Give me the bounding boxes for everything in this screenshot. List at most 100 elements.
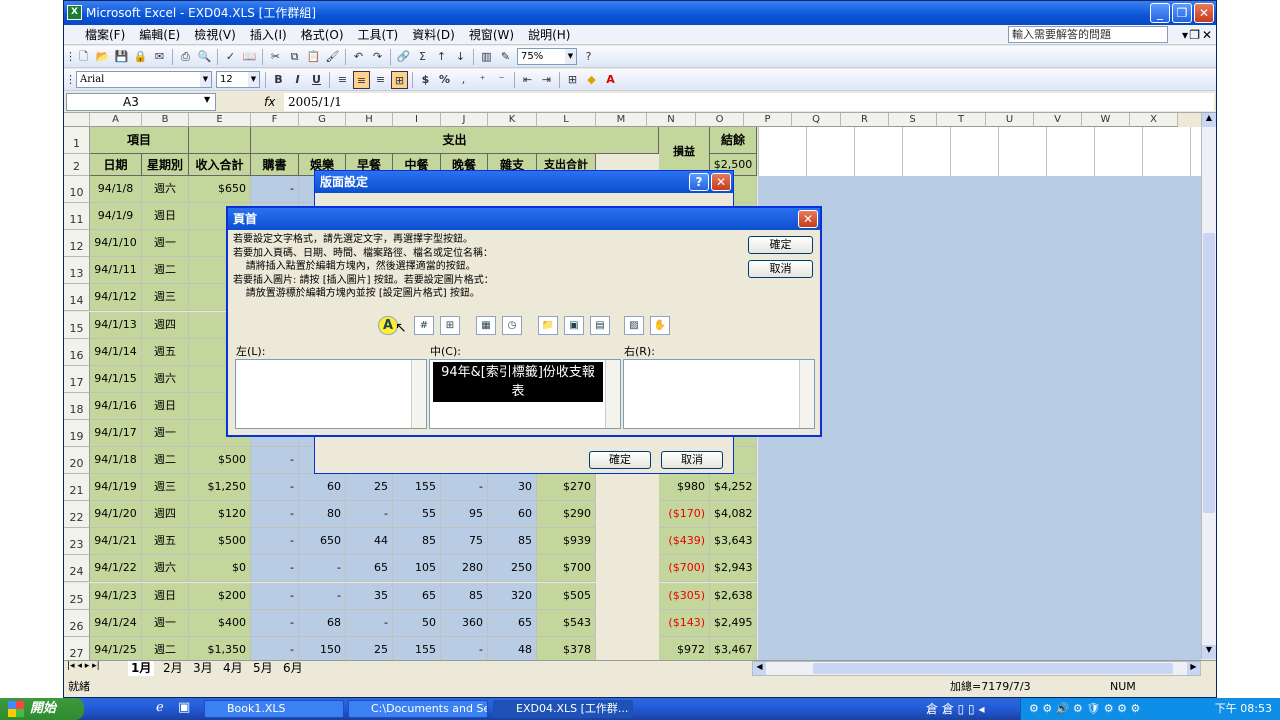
undo-icon[interactable]: ↶ [350, 48, 367, 66]
name-box[interactable]: A3 [66, 93, 216, 111]
table-cell[interactable]: 週日 [142, 582, 189, 610]
table-cell[interactable]: 94/1/13 [90, 311, 142, 339]
table-cell[interactable]: 360 [441, 609, 488, 637]
print-preview-icon[interactable]: 🔍 [196, 48, 213, 66]
close-button[interactable]: ✕ [798, 210, 818, 228]
drawing-icon[interactable]: ✎ [497, 48, 514, 66]
row-header[interactable]: 25 [64, 582, 90, 610]
sheet-tab-6[interactable]: 6月 [280, 661, 306, 676]
format-picture-icon[interactable]: ✋ [650, 316, 670, 335]
close-button[interactable]: ✕ [1194, 3, 1214, 23]
table-cell[interactable]: $939 [537, 528, 596, 556]
hscroll-thumb[interactable] [813, 663, 1173, 674]
time-icon[interactable]: ◷ [502, 316, 522, 335]
row-header[interactable]: 2 [64, 154, 90, 176]
table-cell[interactable]: $120 [189, 501, 251, 529]
excel-app-icon[interactable]: X [67, 5, 82, 20]
table-cell[interactable]: 44 [346, 528, 393, 556]
table-cell[interactable]: 94/1/24 [90, 609, 142, 637]
menu-window[interactable]: 視窗(W) [462, 25, 521, 45]
right-section-field[interactable] [623, 359, 815, 429]
column-header[interactable]: S [889, 113, 937, 127]
menu-help[interactable]: 說明(H) [521, 25, 577, 45]
table-cell[interactable]: $2,943 [710, 555, 757, 583]
tray-icons[interactable]: ⚙ ⚙ 🔊 ⚙ 🛡 ⚙ ⚙ ⚙ [1029, 698, 1140, 720]
new-icon[interactable]: 🗋 [75, 48, 92, 66]
autosum-icon[interactable]: Σ [414, 48, 431, 66]
table-cell[interactable]: 週三 [142, 474, 189, 502]
column-header[interactable]: T [937, 113, 986, 127]
table-cell[interactable]: 55 [393, 501, 441, 529]
sheet-tab-3[interactable]: 3月 [190, 661, 216, 676]
table-cell[interactable]: - [299, 555, 346, 583]
chevron-down-icon[interactable]: ▼ [565, 49, 576, 64]
row-header[interactable]: 19 [64, 419, 90, 447]
file-path-icon[interactable]: 📁 [538, 316, 558, 335]
restore-button[interactable]: ❐ [1172, 3, 1192, 23]
column-header[interactable]: Q [792, 113, 841, 127]
center-section-text[interactable]: 94年&[索引標籤]份收支報表 [433, 362, 603, 402]
doc-restore-icon[interactable]: ▾ [1182, 25, 1188, 45]
table-cell[interactable]: - [346, 609, 393, 637]
header-expense[interactable]: 支出 [251, 127, 659, 154]
row-header[interactable]: 21 [64, 474, 90, 502]
center-section-field[interactable]: 94年&[索引標籤]份收支報表 [429, 359, 621, 429]
table-cell[interactable]: 35 [346, 582, 393, 610]
table-cell[interactable]: $700 [537, 555, 596, 583]
row-header[interactable]: 23 [64, 528, 90, 556]
table-cell[interactable]: 85 [441, 582, 488, 610]
table-cell[interactable]: 94/1/11 [90, 257, 142, 285]
merge-center-icon[interactable]: ⊞ [391, 71, 408, 89]
table-cell[interactable]: 週一 [142, 419, 189, 447]
redo-icon[interactable]: ↷ [369, 48, 386, 66]
bold-button[interactable]: B [270, 71, 287, 89]
table-cell[interactable]: ($143) [659, 609, 710, 637]
table-cell[interactable]: 94/1/12 [90, 284, 142, 312]
borders-icon[interactable]: ⊞ [564, 71, 581, 89]
table-cell[interactable]: $3,643 [710, 528, 757, 556]
column-header[interactable]: G [299, 113, 346, 127]
column-header[interactable]: R [841, 113, 889, 127]
doc-close-icon[interactable]: ✕ [1202, 25, 1212, 45]
table-cell[interactable]: 週四 [142, 501, 189, 529]
header-ok-button[interactable]: 確定 [748, 236, 813, 254]
underline-button[interactable]: U [308, 71, 325, 89]
page-setup-ok-button[interactable]: 確定 [589, 451, 651, 469]
ie-icon[interactable]: ℯ [156, 700, 164, 715]
column-header[interactable]: M [596, 113, 647, 127]
zoom-combo[interactable]: 75% ▼ [517, 48, 577, 65]
table-cell[interactable]: 週三 [142, 284, 189, 312]
help-icon[interactable]: ? [580, 48, 597, 66]
page-setup-cancel-button[interactable]: 取消 [661, 451, 723, 469]
row-header[interactable]: 17 [64, 365, 90, 393]
align-right-icon[interactable]: ≡ [372, 71, 389, 89]
table-cell[interactable]: 75 [441, 528, 488, 556]
scrollbar[interactable] [799, 360, 814, 428]
formula-input[interactable]: 2005/1/1 [284, 93, 1214, 111]
paste-icon[interactable]: 📋 [305, 48, 322, 66]
table-cell[interactable]: 94/1/19 [90, 474, 142, 502]
increase-decimal-icon[interactable]: ⁺ [474, 71, 491, 89]
column-header[interactable]: P [744, 113, 792, 127]
insert-picture-icon[interactable]: ▨ [624, 316, 644, 335]
column-header[interactable]: F [251, 113, 299, 127]
table-cell[interactable]: ($305) [659, 582, 710, 610]
column-header[interactable]: O [696, 113, 744, 127]
table-cell[interactable]: $505 [537, 582, 596, 610]
print-icon[interactable]: ⎙ [177, 48, 194, 66]
table-cell[interactable]: 94/1/9 [90, 203, 142, 231]
table-cell[interactable]: 95 [441, 501, 488, 529]
task-exd04[interactable]: EXD04.XLS [工作群... [493, 700, 633, 718]
chevron-down-icon[interactable]: ▼ [204, 95, 210, 104]
vertical-scrollbar[interactable]: ▲ ▼ [1201, 113, 1216, 659]
email-icon[interactable]: ✉ [151, 48, 168, 66]
decrease-decimal-icon[interactable]: ⁻ [493, 71, 510, 89]
table-cell[interactable]: 94/1/16 [90, 392, 142, 420]
table-cell[interactable]: 週五 [142, 338, 189, 366]
table-cell[interactable]: 85 [393, 528, 441, 556]
header-cancel-button[interactable]: 取消 [748, 260, 813, 278]
table-cell[interactable]: 94/1/17 [90, 419, 142, 447]
sheet-tab-4[interactable]: 4月 [220, 661, 246, 676]
table-cell[interactable]: - [251, 555, 299, 583]
start-button[interactable]: 開始 [0, 698, 84, 720]
